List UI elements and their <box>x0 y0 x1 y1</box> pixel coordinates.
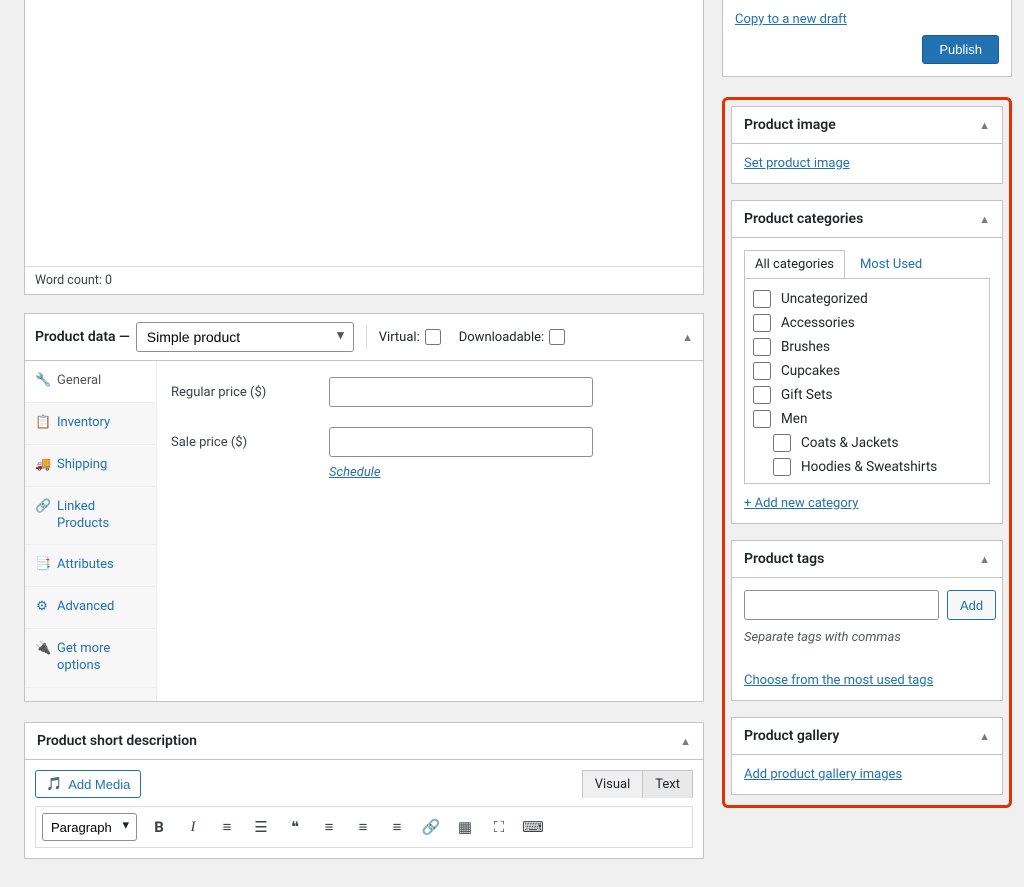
format-select[interactable]: Paragraph <box>42 813 137 841</box>
category-item: Accessories <box>753 311 981 335</box>
regular-price-input[interactable] <box>329 377 593 407</box>
product-data-title: Product data — <box>35 329 130 345</box>
category-item: Men <box>753 407 981 431</box>
sale-price-label: Sale price ($) <box>171 435 329 450</box>
choose-tags-link[interactable]: Choose from the most used tags <box>744 673 933 688</box>
list-icon: 📑 <box>35 557 49 574</box>
visual-tab[interactable]: Visual <box>582 770 644 798</box>
publish-button[interactable]: Publish <box>922 35 999 64</box>
collapse-toggle-icon[interactable]: ▲ <box>979 213 990 226</box>
regular-price-label: Regular price ($) <box>171 385 329 400</box>
category-item: Coats & Jackets <box>773 431 981 455</box>
category-checkbox[interactable] <box>753 410 771 428</box>
category-checkbox[interactable] <box>753 290 771 308</box>
add-media-button[interactable]: 🎵 Add Media <box>35 770 141 798</box>
category-item: Hoodies & Sweatshirts <box>773 455 981 479</box>
bold-icon[interactable]: B <box>147 818 171 836</box>
collapse-toggle-icon[interactable]: ▲ <box>979 553 990 566</box>
copy-to-draft-link[interactable]: Copy to a new draft <box>735 12 847 27</box>
category-checkbox[interactable] <box>773 434 791 452</box>
text-tab[interactable]: Text <box>643 770 693 798</box>
plugin-icon: 🔌 <box>35 641 49 658</box>
category-checkbox[interactable] <box>753 362 771 380</box>
italic-icon[interactable]: I <box>181 819 205 836</box>
category-item: Gift Sets <box>753 383 981 407</box>
tags-input[interactable] <box>744 590 939 620</box>
link-icon[interactable]: 🔗 <box>419 818 443 836</box>
product-type-select[interactable]: Simple product <box>136 322 354 352</box>
category-checkbox[interactable] <box>753 338 771 356</box>
clipboard-icon: 📋 <box>35 415 49 432</box>
tab-linked-products[interactable]: 🔗 Linked Products <box>25 487 156 546</box>
wrench-icon: 🔧 <box>35 373 49 390</box>
word-count: Word count: 0 <box>25 266 703 294</box>
categories-tab-all[interactable]: All categories <box>744 250 845 278</box>
product-tags-title: Product tags <box>744 551 824 567</box>
product-gallery-title: Product gallery <box>744 728 839 744</box>
bullet-list-icon[interactable]: ≡ <box>215 818 239 836</box>
virtual-checkbox[interactable] <box>425 329 441 345</box>
link-icon: 🔗 <box>35 499 49 516</box>
tab-general[interactable]: 🔧 General <box>25 361 156 403</box>
schedule-link[interactable]: Schedule <box>329 465 381 480</box>
align-left-icon[interactable]: ≡ <box>317 818 341 836</box>
tab-attributes[interactable]: 📑 Attributes <box>25 545 156 587</box>
virtual-label: Virtual: <box>379 330 420 345</box>
tab-inventory[interactable]: 📋 Inventory <box>25 403 156 445</box>
category-checkbox[interactable] <box>753 314 771 332</box>
category-item: Brushes <box>753 335 981 359</box>
category-checkbox[interactable] <box>773 458 791 476</box>
add-gallery-images-link[interactable]: Add product gallery images <box>744 767 902 782</box>
editor-toolbar: Paragraph B I ≡ ☰ ❝ ≡ ≡ ≡ 🔗 ▦ ⛶ ⌨ <box>35 806 693 848</box>
highlighted-sidebar-region: Product image ▲ Set product image Produc… <box>722 97 1012 808</box>
category-item: Cupcakes <box>753 359 981 383</box>
align-right-icon[interactable]: ≡ <box>385 818 409 836</box>
category-item: Uncategorized <box>753 287 981 311</box>
tab-shipping[interactable]: 🚚 Shipping <box>25 445 156 487</box>
collapse-toggle-icon[interactable]: ▲ <box>979 730 990 743</box>
truck-icon: 🚚 <box>35 457 49 474</box>
product-categories-title: Product categories <box>744 211 863 227</box>
downloadable-checkbox[interactable] <box>549 329 565 345</box>
keyboard-icon[interactable]: ⌨ <box>521 818 545 836</box>
insert-icon[interactable]: ▦ <box>453 818 477 836</box>
tags-hint: Separate tags with commas <box>744 630 990 645</box>
short-description-box: Product short description ▲ 🎵 Add Media … <box>24 722 704 859</box>
align-center-icon[interactable]: ≡ <box>351 818 375 836</box>
tab-advanced[interactable]: ⚙ Advanced <box>25 587 156 629</box>
collapse-toggle-icon[interactable]: ▲ <box>680 735 691 748</box>
add-new-category-link[interactable]: + Add new category <box>744 496 858 511</box>
tab-get-more[interactable]: 🔌 Get more options <box>25 629 156 688</box>
short-desc-title: Product short description <box>37 733 197 749</box>
category-list[interactable]: Uncategorized Accessories Brushes Cupcak… <box>744 279 990 484</box>
content-editor[interactable]: Word count: 0 <box>24 0 704 295</box>
numbered-list-icon[interactable]: ☰ <box>249 818 273 836</box>
sale-price-input[interactable] <box>329 427 593 457</box>
quote-icon[interactable]: ❝ <box>283 818 307 836</box>
collapse-toggle-icon[interactable]: ▲ <box>979 119 990 132</box>
collapse-toggle-icon[interactable]: ▲ <box>682 331 693 344</box>
add-tag-button[interactable]: Add <box>947 590 996 620</box>
gear-icon: ⚙ <box>35 599 49 616</box>
product-image-title: Product image <box>744 117 836 133</box>
downloadable-label: Downloadable: <box>459 330 544 345</box>
media-icon: 🎵 <box>46 776 62 792</box>
set-product-image-link[interactable]: Set product image <box>744 156 850 171</box>
fullscreen-icon[interactable]: ⛶ <box>487 818 511 836</box>
category-checkbox[interactable] <box>753 386 771 404</box>
categories-tab-most-used[interactable]: Most Used <box>849 250 933 278</box>
